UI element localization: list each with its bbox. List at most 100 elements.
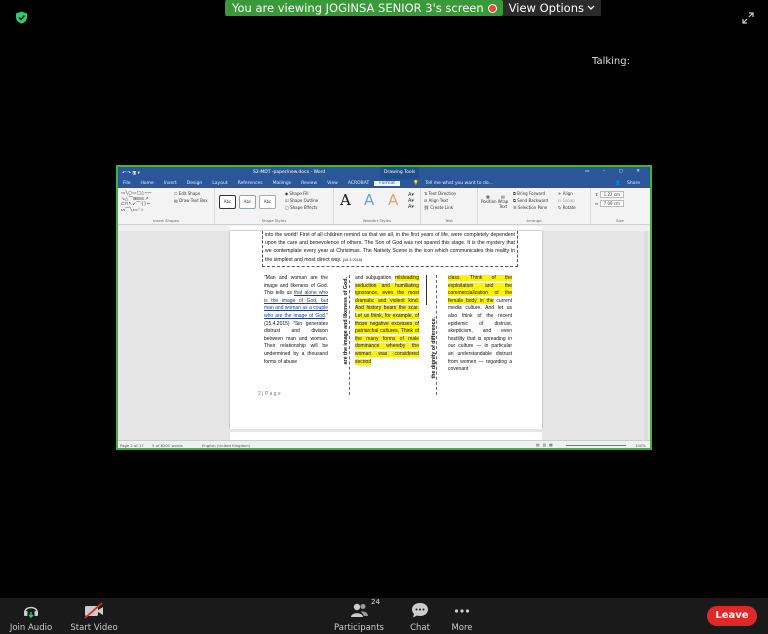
wordart-sample-1[interactable]: A xyxy=(340,191,351,209)
stop-share-icon[interactable] xyxy=(487,3,497,13)
wrap-text-button[interactable]: ▤ Wrap Text xyxy=(496,194,510,209)
wordart-options-icons[interactable]: A▾ A▾ A▾ xyxy=(408,192,414,210)
wordart-sample-3[interactable]: A xyxy=(388,191,398,209)
leave-button[interactable]: Leave xyxy=(707,606,757,626)
shape-effects-button[interactable]: ▢ Shape Effects xyxy=(285,205,317,210)
start-video-label: Start Video xyxy=(70,623,118,633)
view-mode-icons[interactable]: ▤▥▦ xyxy=(536,442,556,447)
rotate-button[interactable]: ↻ Rotate xyxy=(558,205,576,210)
meeting-toolbar: Join Audio Start Video Participants Chat… xyxy=(0,598,768,634)
size-group: ⇕ 1.22 cm ⇔ 7.09 cm Size xyxy=(591,188,649,224)
tab-file[interactable]: File xyxy=(118,181,136,186)
start-video-button[interactable]: Start Video xyxy=(68,598,120,634)
style-sample-1[interactable]: Abc xyxy=(219,195,236,209)
width-field[interactable]: ⇔ 7.09 cm xyxy=(595,200,624,207)
viewing-banner: You are viewing JOGINSA SENIOR 3's scree… xyxy=(225,0,503,16)
tab-view[interactable]: View xyxy=(322,181,343,186)
view-options-button[interactable]: View Options xyxy=(502,0,601,16)
bring-forward-button[interactable]: ⧉ Bring Forward xyxy=(513,191,545,196)
headphones-icon xyxy=(24,606,38,618)
shapes-gallery[interactable]: ▭╲○▭□△⌐⌐ ↘△⌒⊞⊟⊙↗ ⊏⊓↖↙⌒{}⇦ ᔕ⌒╲▭⟋☆ xyxy=(121,191,169,215)
rotate-label: Rotate xyxy=(562,205,576,210)
size-label: Size xyxy=(616,218,624,223)
position-label: Position xyxy=(481,199,497,204)
wordart-group: A A A A▾ A▾ A▾ WordArt Styles xyxy=(334,188,421,224)
align-button[interactable]: ⊫ Align xyxy=(558,191,573,196)
more-button[interactable]: More xyxy=(440,598,484,634)
text-label: Text xyxy=(445,218,453,223)
wordart-sample-2[interactable]: A xyxy=(364,191,374,209)
edit-shape-label: Edit Shape xyxy=(178,191,201,196)
page-indicator[interactable]: Page 2 of 17 xyxy=(120,443,144,448)
position-button[interactable]: ▦ Position xyxy=(481,194,497,204)
shape-fill-label: Shape Fill xyxy=(289,191,309,196)
shape-outline-button[interactable]: ☑ Shape Outline xyxy=(285,198,318,203)
tab-format[interactable]: Format xyxy=(374,181,401,186)
tell-me-box[interactable]: 💡 Tell me what you want to do... xyxy=(408,181,503,186)
join-audio-button[interactable]: Join Audio xyxy=(6,598,56,634)
language-indicator[interactable]: English (United Kingdom) xyxy=(202,443,250,448)
column-2-text: and subjugation, xyxy=(355,275,396,281)
quick-access-icons[interactable]: ↶ ↷ 🖫 ▾ xyxy=(122,169,140,177)
column-3-text: current media culture. And let us also t… xyxy=(448,297,512,373)
shape-fill-button[interactable]: ◆ Shape Fill xyxy=(285,191,309,196)
tab-layout[interactable]: Layout xyxy=(207,181,232,186)
shape-styles-group: Abc Abc Abc ◆ Shape Fill ☑ Shape Outline… xyxy=(215,188,334,224)
window-controls[interactable]: ▭ – ▢ ✕ xyxy=(585,169,646,174)
share-button[interactable]: 👤 Share xyxy=(610,181,650,186)
tab-home[interactable]: Home xyxy=(136,181,159,186)
join-audio-label: Join Audio xyxy=(9,623,53,633)
edit-shape-button[interactable]: ⬠ Edit Shape xyxy=(174,191,200,196)
fullscreen-icon[interactable] xyxy=(742,9,754,24)
tab-acrobat[interactable]: ACROBAT xyxy=(343,181,374,186)
document-page[interactable]: into the world! First of all children re… xyxy=(230,231,542,429)
tab-design[interactable]: Design xyxy=(182,181,208,186)
contextual-tab-label: Drawing Tools xyxy=(380,167,420,179)
viewing-text: You are viewing JOGINSA SENIOR 3's scree… xyxy=(232,1,484,15)
participants-icon xyxy=(351,603,368,617)
draw-text-box-label: Draw Text Box xyxy=(179,198,208,203)
insert-shapes-group: ▭╲○▭□△⌐⌐ ↘△⌒⊞⊟⊙↗ ⊏⊓↖↙⌒{}⇦ ᔕ⌒╲▭⟋☆ ⬠ Edit Sha… xyxy=(118,188,215,224)
selection-pane-button[interactable]: ☰ Selection Pane xyxy=(513,205,547,210)
zoom-level[interactable]: 100% xyxy=(635,443,646,448)
status-bar: Page 2 of 17 5 of 8201 words English (Un… xyxy=(118,440,650,448)
view-options-label: View Options xyxy=(508,1,584,15)
text-group: ⇅ Text Direction ⊟ Align Text ⛓ Create L… xyxy=(421,188,478,224)
vertical-caption-1: are the image and likeness of God. xyxy=(343,277,349,365)
height-field[interactable]: ⇕ 1.22 cm xyxy=(595,191,624,198)
align-text-button[interactable]: ⊟ Align Text xyxy=(424,198,448,203)
align-label: Align xyxy=(562,191,573,196)
draw-text-box-button[interactable]: ▤ Draw Text Box xyxy=(174,198,208,203)
quote-text: into the world! First of all children re… xyxy=(265,232,515,263)
height-value: 1.22 cm xyxy=(599,191,624,198)
arrange-label: Arrange xyxy=(526,218,542,223)
ribbon-format: ▭╲○▭□△⌐⌐ ↘△⌒⊞⊟⊙↗ ⊏⊓↖↙⌒{}⇦ ᔕ⌒╲▭⟋☆ ⬠ Edit Sha… xyxy=(118,188,650,225)
tab-mailings[interactable]: Mailings xyxy=(268,181,296,186)
chat-icon xyxy=(412,603,428,618)
arrange-group: ▦ Position ▤ Wrap Text ⧉ Bring Forward ⧉ S… xyxy=(478,188,591,224)
shape-styles-label: Shape Styles xyxy=(261,218,287,223)
group-button[interactable]: ⊡ Group xyxy=(558,198,575,203)
chat-button[interactable]: Chat xyxy=(398,598,442,634)
vertical-scrollbar[interactable] xyxy=(644,231,648,440)
zoom-slider[interactable] xyxy=(566,445,626,446)
create-link-button[interactable]: ⛓ Create Link xyxy=(424,205,453,210)
style-sample-2[interactable]: Abc xyxy=(239,195,256,209)
shape-outline-label: Shape Outline xyxy=(289,198,319,203)
tab-references[interactable]: References xyxy=(233,181,268,186)
align-text-label: Align Text xyxy=(428,198,449,203)
send-backward-button[interactable]: ⧉ Send Backward xyxy=(513,198,548,203)
word-count[interactable]: 5 of 8201 words xyxy=(152,443,183,448)
style-sample-3[interactable]: Abc xyxy=(259,195,276,209)
security-shield-icon[interactable] xyxy=(15,9,28,24)
text-direction-button[interactable]: ⇅ Text Direction xyxy=(424,191,456,196)
quote-text-box[interactable]: into the world! First of all children re… xyxy=(262,231,518,267)
column-2-highlight: misleading seduction and humiliating ign… xyxy=(355,275,419,365)
tab-insert[interactable]: Insert xyxy=(159,181,182,186)
shared-screen[interactable]: ↶ ↷ 🖫 ▾ S2-MDT -paper/new.docx - Word Dr… xyxy=(116,165,652,450)
width-value: 7.09 cm xyxy=(599,200,624,207)
document-area[interactable]: into the world! First of all children re… xyxy=(118,231,650,440)
chat-label: Chat xyxy=(410,623,430,633)
tab-review[interactable]: Review xyxy=(296,181,322,186)
participants-label: Participants xyxy=(334,623,384,633)
